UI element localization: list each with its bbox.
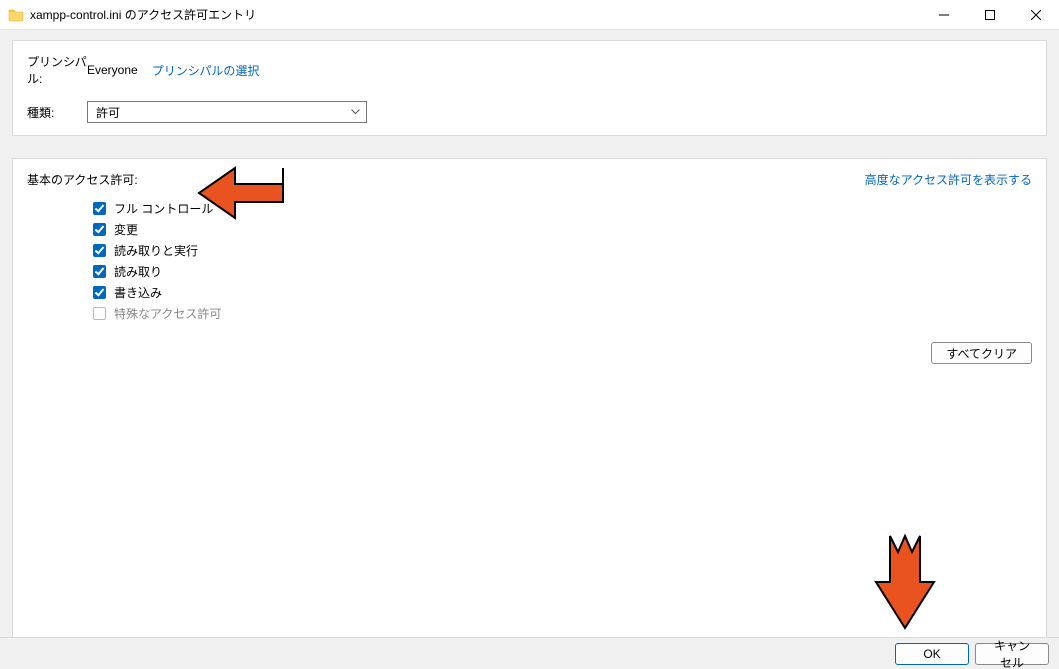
- permission-checkbox[interactable]: [93, 202, 106, 215]
- type-label: 種類:: [27, 104, 87, 121]
- permission-checkbox[interactable]: [93, 286, 106, 299]
- type-select-value: 許可: [96, 104, 120, 121]
- minimize-button[interactable]: [921, 0, 967, 30]
- basic-permissions-label: 基本のアクセス許可:: [27, 171, 138, 188]
- permission-label: フル コントロール: [114, 200, 213, 217]
- maximize-button[interactable]: [967, 0, 1013, 30]
- permission-checkbox[interactable]: [93, 244, 106, 257]
- dialog-footer: OK キャンセル: [0, 637, 1059, 669]
- folder-icon: [8, 7, 24, 23]
- permission-label: 特殊なアクセス許可: [114, 305, 221, 322]
- permission-item[interactable]: フル コントロール: [93, 198, 1032, 219]
- permission-checkbox[interactable]: [93, 265, 106, 278]
- window-title: xampp-control.ini のアクセス許可エントリ: [30, 6, 256, 23]
- chevron-down-icon: [351, 107, 360, 118]
- show-advanced-link[interactable]: 高度なアクセス許可を表示する: [865, 171, 1032, 188]
- permissions-panel: 基本のアクセス許可: 高度なアクセス許可を表示する フル コントロール変更読み取…: [12, 158, 1047, 638]
- cancel-button[interactable]: キャンセル: [975, 643, 1049, 665]
- permission-item[interactable]: 読み取りと実行: [93, 240, 1032, 261]
- select-principal-link[interactable]: プリンシパルの選択: [152, 62, 260, 79]
- permission-checkbox: [93, 307, 106, 320]
- permission-label: 読み取り: [114, 263, 162, 280]
- permission-item[interactable]: 変更: [93, 219, 1032, 240]
- permission-item[interactable]: 読み取り: [93, 261, 1032, 282]
- type-select[interactable]: 許可: [87, 101, 367, 123]
- permissions-list: フル コントロール変更読み取りと実行読み取り書き込み特殊なアクセス許可: [93, 198, 1032, 324]
- permission-label: 書き込み: [114, 284, 162, 301]
- titlebar: xampp-control.ini のアクセス許可エントリ: [0, 0, 1059, 30]
- permission-checkbox[interactable]: [93, 223, 106, 236]
- principal-value: Everyone: [87, 63, 138, 77]
- principal-label: プリンシパル:: [27, 53, 87, 87]
- permission-item: 特殊なアクセス許可: [93, 303, 1032, 324]
- permission-label: 変更: [114, 221, 138, 238]
- close-button[interactable]: [1013, 0, 1059, 30]
- permission-label: 読み取りと実行: [114, 242, 198, 259]
- ok-button[interactable]: OK: [895, 643, 969, 665]
- principal-panel: プリンシパル: Everyone プリンシパルの選択 種類: 許可: [12, 40, 1047, 136]
- permission-item[interactable]: 書き込み: [93, 282, 1032, 303]
- clear-all-button[interactable]: すべてクリア: [931, 342, 1032, 364]
